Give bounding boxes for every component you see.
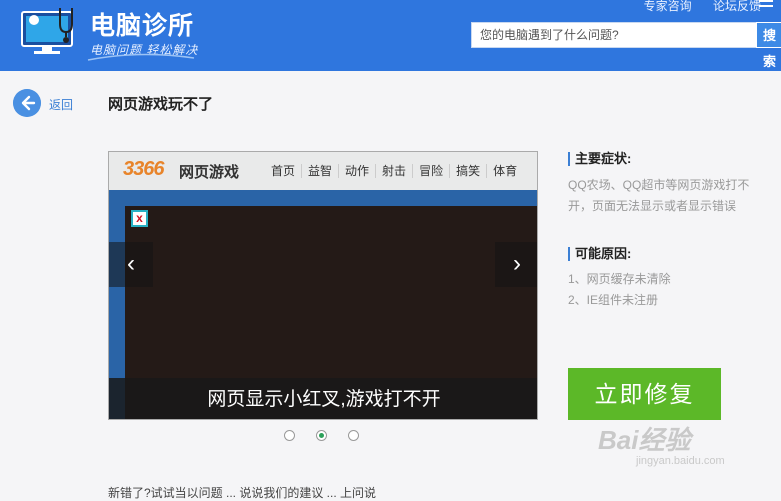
game-nav-item: 首页	[271, 164, 296, 178]
causes-heading: 可能原因:	[568, 247, 631, 261]
next-slide-button[interactable]: ›	[495, 242, 537, 287]
game-site-name: 网页游戏	[179, 164, 240, 181]
brand-swoosh-icon	[87, 53, 195, 61]
search-input[interactable]	[472, 23, 758, 47]
brand-title: 电脑诊所	[90, 12, 195, 40]
game-site-logo: 3366	[123, 158, 164, 180]
game-nav-item: 射击	[375, 164, 413, 178]
carousel-dot-2[interactable]	[316, 430, 327, 441]
symptoms-text: QQ农场、QQ超市等网页游戏打不开，页面无法显示或者显示错误	[568, 178, 750, 213]
symptoms-heading: 主要症状:	[568, 152, 631, 166]
monitor-stethoscope-logo-icon[interactable]	[20, 6, 78, 56]
carousel-dot-3[interactable]	[348, 430, 359, 441]
carousel-dot-1[interactable]	[284, 430, 295, 441]
page-title: 网页游戏玩不了	[108, 96, 214, 113]
back-arrow-icon[interactable]	[13, 89, 41, 117]
menu-icon[interactable]	[759, 0, 773, 10]
slide-caption: 网页显示小红叉,游戏打不开	[109, 378, 537, 419]
back-link[interactable]: 返回	[49, 96, 73, 113]
search-box	[471, 22, 758, 48]
fix-now-button[interactable]: 立即修复	[568, 368, 721, 420]
header-bar: 电脑诊所 电脑问题 轻松解决 专家咨询 论坛反馈 搜索	[0, 0, 781, 71]
screenshot-carousel: 3366 网页游戏 首页 益智 动作 射击 冒险 搞笑 体育 x ‹ › 网页显示小红叉,游…	[108, 151, 538, 420]
prev-slide-button[interactable]: ‹	[109, 242, 153, 287]
game-nav-item: 体育	[486, 164, 524, 178]
game-site-nav: 首页 益智 动作 射击 冒险 搞笑 体育	[265, 162, 524, 179]
game-nav-item: 冒险	[412, 164, 450, 178]
expert-consult-link[interactable]: 专家咨询	[644, 0, 692, 13]
forum-feedback-link[interactable]: 论坛反馈	[713, 0, 761, 13]
cause-item: 1、网页缓存未清除	[568, 272, 671, 286]
baidu-watermark-url: jingyan.baidu.com	[636, 455, 725, 467]
baidu-watermark: Bai经验	[598, 425, 691, 455]
game-nav-item: 益智	[301, 164, 339, 178]
search-button[interactable]: 搜索	[756, 22, 781, 69]
top-links: 专家咨询 论坛反馈	[626, 0, 761, 14]
game-nav-item: 搞笑	[449, 164, 487, 178]
footer-partial-text: 新错了?试试当以问题 ... 说说我们的建议 ... 上问说	[108, 486, 377, 500]
cause-item: 2、IE组件未注册	[568, 293, 659, 307]
game-site-header: 3366 网页游戏 首页 益智 动作 射击 冒险 搞笑 体育	[109, 152, 537, 190]
broken-image-icon: x	[131, 210, 148, 227]
game-nav-item: 动作	[338, 164, 376, 178]
